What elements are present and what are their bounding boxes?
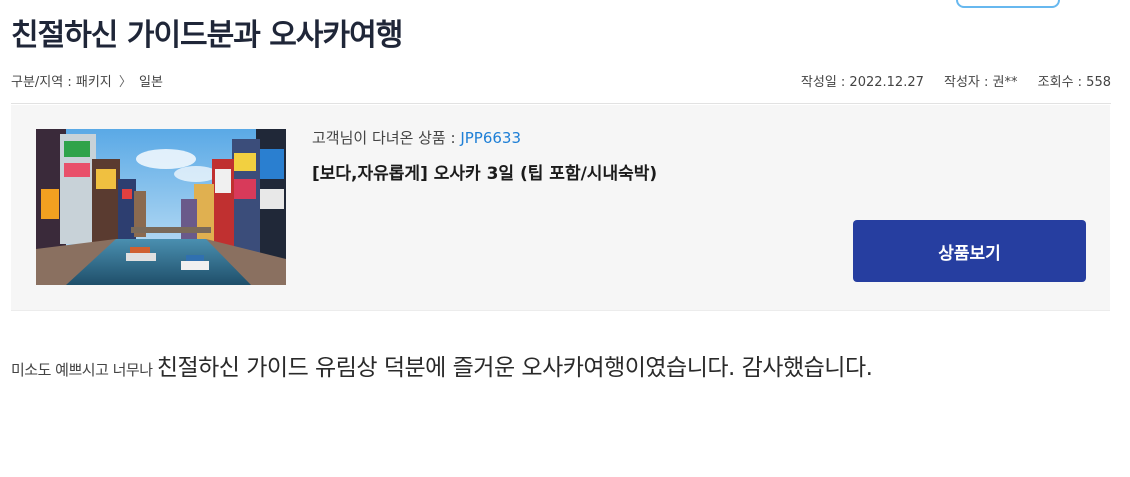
review-text-large: 친절하신 가이드 유림상 덕분에 즐거운 오사카여행이였습니다. 감사했습니다. <box>156 355 873 381</box>
post-views: 조회수 : 558 <box>1037 75 1111 90</box>
header-divider <box>11 103 1111 104</box>
visited-product-label: 고객님이 다녀온 상품 : JPP6633 <box>312 127 521 148</box>
top-right-pill-button[interactable] <box>956 0 1060 8</box>
visited-label-text: 고객님이 다녀온 상품 : <box>312 129 461 147</box>
breadcrumb-category: 구분/지역 : 패키지 <box>11 75 112 90</box>
breadcrumb-region: 일본 <box>139 75 163 90</box>
product-code-link[interactable]: JPP6633 <box>460 129 521 147</box>
review-body: 미소도 예쁘시고 너무나 친절하신 가이드 유림상 덕분에 즐거운 오사카여행이… <box>11 348 873 382</box>
osaka-photo-icon <box>36 129 286 285</box>
product-panel: 고객님이 다녀온 상품 : JPP6633 [보다,자유롭게] 오사카 3일 (… <box>11 105 1110 311</box>
meta-row: 구분/지역 : 패키지 〉 일본 작성일 : 2022.12.27 작성자 : … <box>11 71 1111 91</box>
breadcrumb: 구분/지역 : 패키지 〉 일본 <box>11 71 163 90</box>
page-title: 친절하신 가이드분과 오사카여행 <box>11 18 403 53</box>
view-product-button[interactable]: 상품보기 <box>853 220 1086 282</box>
review-text-small: 미소도 예쁘시고 너무나 <box>11 361 157 379</box>
post-meta: 작성일 : 2022.12.27 작성자 : 권** 조회수 : 558 <box>785 71 1111 90</box>
post-author: 작성자 : 권** <box>944 75 1018 90</box>
product-thumbnail[interactable] <box>36 129 286 285</box>
breadcrumb-chevron-icon: 〉 <box>118 75 132 90</box>
product-name[interactable]: [보다,자유롭게] 오사카 3일 (팁 포함/시내숙박) <box>312 159 657 184</box>
post-date: 작성일 : 2022.12.27 <box>800 75 924 90</box>
